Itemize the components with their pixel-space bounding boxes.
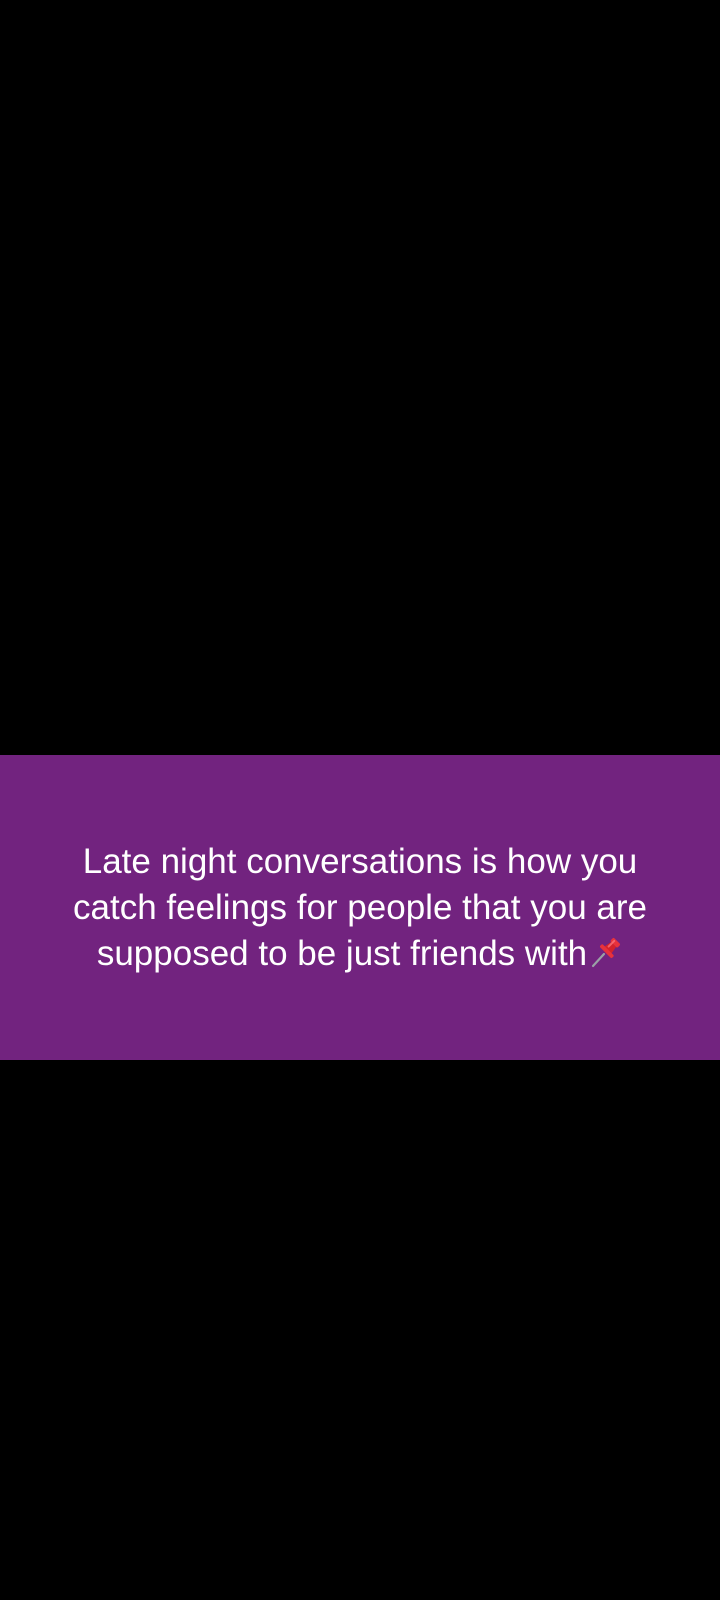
caption-line-2: catch feelings for people that you are (73, 887, 647, 927)
story-screen: Late night conversations is how you catc… (0, 0, 720, 1600)
pushpin-icon (592, 937, 621, 967)
caption-line-1: Late night conversations is how you (82, 841, 638, 881)
caption-line-3: supposed to be just friends with (96, 933, 588, 973)
caption-text: Late night conversations is how you catc… (30, 839, 690, 977)
caption-line-3-wrap: supposed to be just friends with (30, 931, 690, 977)
text-banner: Late night conversations is how you catc… (0, 755, 720, 1060)
